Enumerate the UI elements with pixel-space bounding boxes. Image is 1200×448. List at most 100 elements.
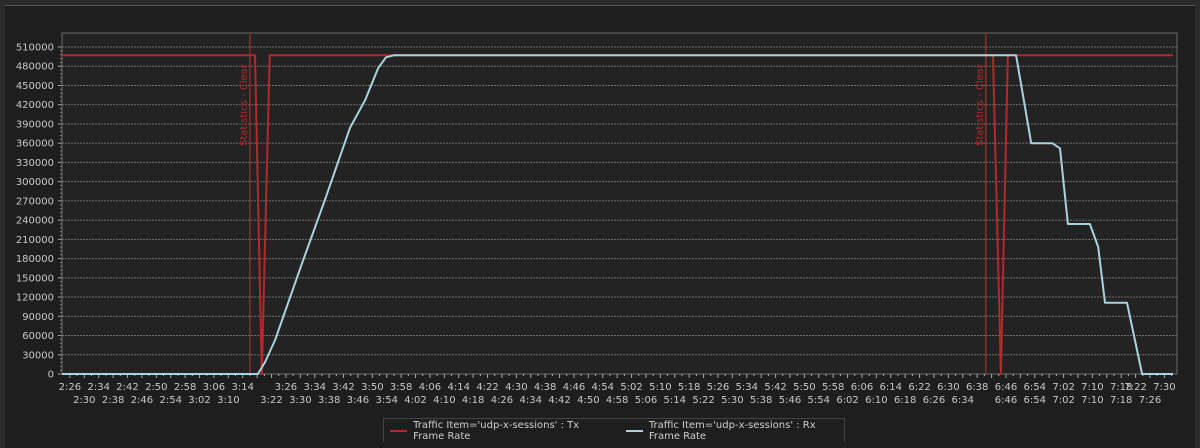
tx-swatch xyxy=(390,429,408,432)
x-tick-label: 7:26 xyxy=(1139,395,1161,406)
x-tick-label: 3:42 xyxy=(332,382,354,393)
x-tick-label: 6:02 xyxy=(836,395,858,406)
x-tick-label: 5:42 xyxy=(764,382,786,393)
y-tick-label: 0 xyxy=(48,370,54,381)
x-tick-label: 2:54 xyxy=(159,395,181,406)
x-tick-label: 5:50 xyxy=(793,382,815,393)
y-tick-label: 300000 xyxy=(16,177,54,188)
x-tick-label: 2:38 xyxy=(102,395,124,406)
legend-item-rx[interactable]: Traffic Item='udp-x-sessions' : Rx Frame… xyxy=(625,419,844,442)
x-tick-label: 5:06 xyxy=(635,395,657,406)
x-tick-label: 6:54 xyxy=(1024,395,1046,406)
x-tick-label: 3:10 xyxy=(217,395,239,406)
y-tick-label: 180000 xyxy=(16,254,54,265)
x-tick-label: 3:38 xyxy=(318,395,340,406)
x-tick-label: 4:18 xyxy=(462,395,484,406)
x-tick-label: 3:46 xyxy=(347,395,369,406)
x-tick-label: 5:54 xyxy=(808,395,830,406)
x-tick-label: 6:14 xyxy=(880,382,902,393)
x-tick-label: 4:50 xyxy=(577,395,599,406)
x-tick-label: 4:58 xyxy=(606,395,628,406)
x-tick-label: 6:38 xyxy=(966,382,988,393)
legend-label-tx: Traffic Item='udp-x-sessions' : Tx Frame… xyxy=(413,419,580,442)
legend: Traffic Item='udp-x-sessions' : Tx Frame… xyxy=(383,418,845,442)
x-tick-label: 7:02 xyxy=(1052,382,1074,393)
x-tick-label: 7:18 xyxy=(1110,395,1132,406)
y-tick-label: 120000 xyxy=(16,293,54,304)
x-tick-label: 4:10 xyxy=(433,395,455,406)
x-tick-label: 4:38 xyxy=(534,382,556,393)
x-tick-label: 4:54 xyxy=(592,382,614,393)
y-tick-label: 30000 xyxy=(22,350,54,361)
x-tick-label: 4:34 xyxy=(520,395,542,406)
x-tick-label: 4:22 xyxy=(476,382,498,393)
marker-label: Statistics - Clear xyxy=(975,63,986,146)
x-tick-label: 5:38 xyxy=(750,395,772,406)
y-tick-label: 420000 xyxy=(16,100,54,111)
marker-label: Statistics - Clear xyxy=(239,63,250,146)
y-tick-label: 150000 xyxy=(16,273,54,284)
x-tick-label: 2:42 xyxy=(116,382,138,393)
x-tick-label: 3:30 xyxy=(289,395,311,406)
x-tick-label: 4:46 xyxy=(563,382,585,393)
x-tick-label: 6:54 xyxy=(1024,382,1046,393)
y-tick-label: 60000 xyxy=(22,331,54,342)
x-tick-label: 2:58 xyxy=(174,382,196,393)
x-tick-label: 6:18 xyxy=(894,395,916,406)
y-tick-label: 360000 xyxy=(16,139,54,150)
x-tick-label: 7:30 xyxy=(1153,382,1175,393)
x-tick-label: 3:58 xyxy=(390,382,412,393)
x-tick-label: 5:58 xyxy=(822,382,844,393)
x-tick-label: 4:06 xyxy=(419,382,441,393)
x-tick-label: 3:54 xyxy=(376,395,398,406)
x-tick-label: 7:22 xyxy=(1124,382,1146,393)
y-tick-label: 330000 xyxy=(16,158,54,169)
x-tick-label: 5:30 xyxy=(721,395,743,406)
y-tick-label: 90000 xyxy=(22,312,54,323)
line-chart: 0 30000 60000 90000 120000 150000 180000 210000… xyxy=(16,32,1178,406)
x-tick-label: 4:42 xyxy=(548,395,570,406)
x-tick-label: 2:34 xyxy=(87,382,109,393)
x-tick-label: 3:06 xyxy=(203,382,225,393)
legend-label-rx: Traffic Item='udp-x-sessions' : Rx Frame… xyxy=(648,419,816,442)
x-tick-label: 5:18 xyxy=(678,382,700,393)
x-tick-label: 2:26 xyxy=(59,382,81,393)
x-tick-label: 5:22 xyxy=(692,395,714,406)
x-tick-label: 6:10 xyxy=(865,395,887,406)
x-tick-label: 6:22 xyxy=(908,382,930,393)
x-tick-label: 3:26 xyxy=(275,382,297,393)
x-tick-label: 3:22 xyxy=(260,395,282,406)
x-tick-label: 4:14 xyxy=(448,382,470,393)
x-tick-label: 7:10 xyxy=(1081,395,1103,406)
x-tick-label: 7:10 xyxy=(1081,382,1103,393)
x-tick-label: 4:30 xyxy=(505,382,527,393)
x-tick-label: 2:50 xyxy=(145,382,167,393)
y-tick-label: 270000 xyxy=(16,196,54,207)
x-tick-label: 2:30 xyxy=(73,395,95,406)
x-tick-label: 5:34 xyxy=(736,382,758,393)
x-tick-label: 6:34 xyxy=(952,395,974,406)
x-tick-label: 2:46 xyxy=(131,395,153,406)
x-tick-label: 7:02 xyxy=(1052,395,1074,406)
x-tick-label: 6:30 xyxy=(937,382,959,393)
x-tick-label: 5:10 xyxy=(649,382,671,393)
y-tick-label: 210000 xyxy=(16,235,54,246)
x-tick-label: 5:02 xyxy=(620,382,642,393)
y-tick-label: 390000 xyxy=(16,119,54,130)
rx-swatch xyxy=(625,429,643,432)
x-tick-label: 5:26 xyxy=(707,382,729,393)
x-tick-label: 4:02 xyxy=(404,395,426,406)
y-tick-label: 510000 xyxy=(16,43,54,54)
x-tick-label: 4:26 xyxy=(491,395,513,406)
plot-area xyxy=(61,32,1178,375)
y-tick-label: 480000 xyxy=(16,62,54,73)
y-tick-label: 240000 xyxy=(16,216,54,227)
legend-item-tx[interactable]: Traffic Item='udp-x-sessions' : Tx Frame… xyxy=(390,420,608,442)
y-tick-label: 450000 xyxy=(16,81,54,92)
x-tick-label: 3:14 xyxy=(231,382,253,393)
x-tick-label: 3:02 xyxy=(188,395,210,406)
x-tick-label: 5:14 xyxy=(664,395,686,406)
x-tick-label: 5:46 xyxy=(779,395,801,406)
x-tick-label: 6:46 xyxy=(995,395,1017,406)
x-tick-label: 3:34 xyxy=(304,382,326,393)
